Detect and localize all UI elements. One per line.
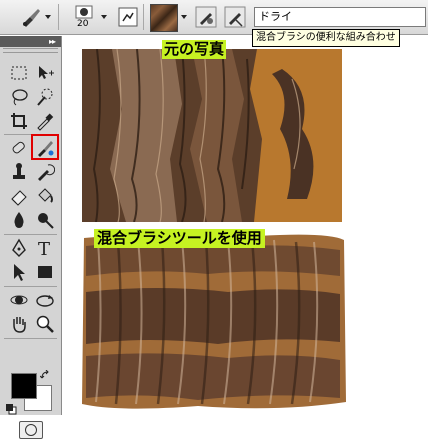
hand-tool-icon[interactable] xyxy=(7,313,31,335)
zoom-tool-icon[interactable] xyxy=(33,313,57,335)
preset-tooltip: 混合ブラシの便利な組み合わせ xyxy=(252,29,400,47)
original-photo xyxy=(82,49,342,222)
load-brush-icon[interactable] xyxy=(195,6,217,32)
clone-stamp-tool-icon[interactable] xyxy=(7,161,31,183)
tools-panel: ▸▸ T xyxy=(0,36,62,439)
path-selection-tool-icon[interactable] xyxy=(7,261,31,283)
spot-healing-brush-icon[interactable] xyxy=(7,137,31,159)
current-reservoir-swatch[interactable] xyxy=(150,4,178,32)
quick-selection-tool-icon[interactable] xyxy=(33,86,57,108)
swap-colors-icon[interactable] xyxy=(39,365,54,384)
3d-orbit-tool-icon[interactable] xyxy=(33,289,57,311)
3d-rotate-tool-icon[interactable] xyxy=(7,289,31,311)
pen-tool-icon[interactable] xyxy=(7,237,31,259)
brush-panel-icon[interactable] xyxy=(118,7,138,31)
tool-preset-caret-icon[interactable] xyxy=(45,15,51,19)
original-photo-label: 元の写真 xyxy=(162,40,227,59)
foreground-color-swatch[interactable] xyxy=(11,373,37,399)
dodge-tool-icon[interactable] xyxy=(33,209,57,231)
eyedropper-tool-icon[interactable] xyxy=(33,110,57,132)
swatch-caret-icon[interactable] xyxy=(181,15,187,19)
lasso-tool-icon[interactable] xyxy=(7,86,31,108)
move-tool-icon[interactable] xyxy=(33,62,57,84)
blur-tool-icon[interactable] xyxy=(7,209,31,231)
crop-tool-icon[interactable] xyxy=(7,110,31,132)
rectangle-tool-icon[interactable] xyxy=(33,261,57,283)
clean-brush-icon[interactable] xyxy=(224,6,246,32)
mixer-brush-icon[interactable] xyxy=(20,6,42,32)
marquee-tool-icon[interactable] xyxy=(7,62,31,84)
paint-bucket-tool-icon[interactable] xyxy=(33,185,57,207)
selected-tool-highlight xyxy=(31,134,59,160)
collapse-icon[interactable]: ▸▸ xyxy=(49,36,56,47)
eraser-tool-icon[interactable] xyxy=(7,185,31,207)
history-brush-tool-icon[interactable] xyxy=(33,161,57,183)
panel-drag-bar[interactable] xyxy=(3,48,58,53)
brush-size-value: 20 xyxy=(77,19,89,29)
brush-picker-caret-icon[interactable] xyxy=(101,15,107,19)
tools-panel-header[interactable]: ▸▸ xyxy=(0,36,61,47)
mixer-brush-result-label: 混合ブラシツールを使用 xyxy=(94,229,265,248)
default-colors-icon[interactable] xyxy=(5,400,17,419)
quick-mask-button[interactable] xyxy=(19,421,43,439)
svg-text:T: T xyxy=(38,239,50,258)
type-tool-icon[interactable]: T xyxy=(33,237,57,259)
mixer-preset-select[interactable]: ドライ xyxy=(254,7,426,27)
mixer-brush-result-photo xyxy=(78,232,350,410)
